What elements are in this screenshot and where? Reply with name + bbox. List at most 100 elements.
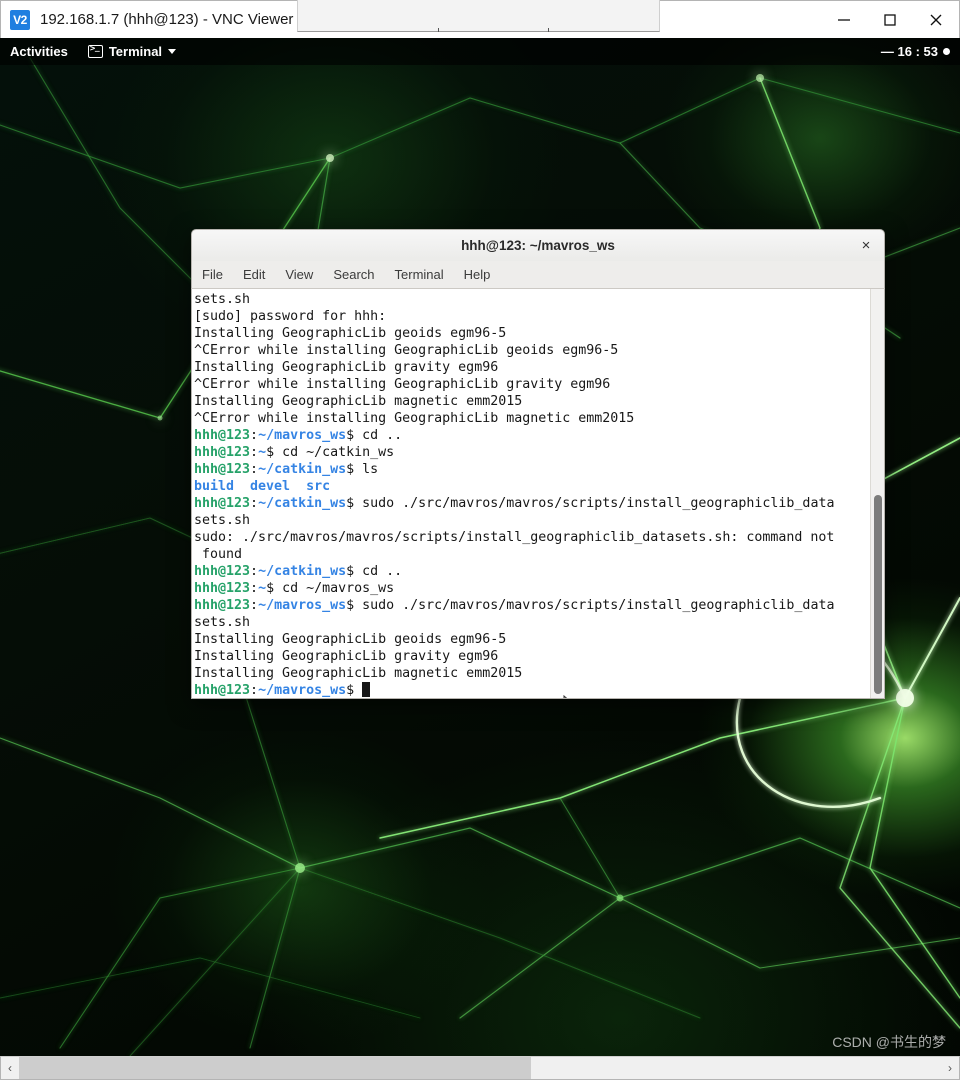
terminal-line: sets.sh <box>194 614 870 631</box>
terminal-segment: $ sudo ./src/mavros/mavros/scripts/insta… <box>346 496 835 511</box>
terminal-segment: ^CError while installing GeographicLib g… <box>194 343 619 358</box>
terminal-line: Installing GeographicLib geoids egm96-5 <box>194 325 870 342</box>
vnc-window-controls <box>821 1 959 39</box>
terminal-segment: ~/mavros_ws <box>258 598 347 613</box>
terminal-line: hhh@123:~/mavros_ws$ cd .. <box>194 427 870 444</box>
terminal-segment: Installing GeographicLib magnetic emm201… <box>194 394 523 409</box>
terminal-segment: : <box>250 683 259 698</box>
system-status-area[interactable]: — 16 : 53 <box>881 44 950 59</box>
terminal-line: sets.sh <box>194 512 870 529</box>
terminal-scrollbar-thumb[interactable] <box>874 495 882 694</box>
app-menu-label: Terminal <box>108 44 163 59</box>
terminal-line: hhh@123:~/catkin_ws$ ls <box>194 461 870 478</box>
terminal-segment: hhh@123 <box>194 445 251 460</box>
terminal-line: Installing GeographicLib magnetic emm201… <box>194 393 870 410</box>
vnc-toolbar-tab-mark <box>438 28 439 32</box>
terminal-segment: hhh@123 <box>194 564 251 579</box>
terminal-line: sets.sh <box>194 291 870 308</box>
terminal-icon <box>87 43 103 58</box>
terminal-segment: $ ls <box>346 462 379 477</box>
terminal-segment: ~/mavros_ws <box>258 683 347 698</box>
terminal-segment: hhh@123 <box>194 598 251 613</box>
terminal-segment: Installing GeographicLib gravity egm96 <box>194 360 499 375</box>
menu-search[interactable]: Search <box>331 266 376 283</box>
terminal-titlebar: hhh@123: ~/mavros_ws × <box>191 229 885 261</box>
terminal-output[interactable]: sets.sh [sudo] password for hhh: Installin… <box>192 289 870 698</box>
menu-view[interactable]: View <box>283 266 315 283</box>
terminal-line: Installing GeographicLib gravity egm96 <box>194 648 870 665</box>
menu-terminal[interactable]: Terminal <box>393 266 446 283</box>
terminal-line: ^CError while installing GeographicLib m… <box>194 410 870 427</box>
host-horizontal-scrollbar[interactable]: ‹ › <box>0 1056 960 1080</box>
terminal-segment: ~ <box>258 581 267 596</box>
terminal-segment: Installing GeographicLib geoids egm96-5 <box>194 632 507 647</box>
terminal-segment: : <box>250 445 259 460</box>
terminal-segment: build devel src <box>194 479 331 494</box>
terminal-window-title: hhh@123: ~/mavros_ws <box>461 238 615 253</box>
terminal-segment: Installing GeographicLib geoids egm96-5 <box>194 326 507 341</box>
menu-edit[interactable]: Edit <box>241 266 267 283</box>
gnome-top-bar: Activities Terminal — 16 : 53 <box>0 38 960 65</box>
terminal-close-icon[interactable]: × <box>856 236 876 256</box>
host-hscroll-thumb[interactable] <box>19 1057 531 1079</box>
app-menu-terminal[interactable]: Terminal <box>87 43 177 59</box>
terminal-segment: : <box>250 428 259 443</box>
terminal-line: hhh@123:~/mavros_ws$ <box>194 682 870 698</box>
terminal-line: hhh@123:~$ cd ~/mavros_ws <box>194 580 870 597</box>
terminal-segment: sets.sh <box>194 292 251 307</box>
scroll-left-icon[interactable]: ‹ <box>1 1057 19 1079</box>
status-dot-icon <box>943 48 950 55</box>
vnc-toolbar-tab-mark <box>548 28 549 32</box>
terminal-line: ^CError while installing GeographicLib g… <box>194 342 870 359</box>
clock-text: — 16 : 53 <box>880 44 938 59</box>
terminal-segment: $ cd .. <box>346 428 403 443</box>
remote-desktop[interactable]: Activities Terminal — 16 : 53 hhh@123: ~… <box>0 38 960 1056</box>
terminal-line: sudo: ./src/mavros/mavros/scripts/instal… <box>194 529 870 546</box>
terminal-scrollbar[interactable] <box>870 289 884 698</box>
terminal-segment: ^CError while installing GeographicLib m… <box>194 411 635 426</box>
terminal-segment: ~/catkin_ws <box>258 496 347 511</box>
terminal-body[interactable]: sets.sh [sudo] password for hhh: Installin… <box>191 289 885 699</box>
terminal-line: found <box>194 546 870 563</box>
terminal-segment: ~/catkin_ws <box>258 462 347 477</box>
terminal-segment: hhh@123 <box>194 462 251 477</box>
csdn-watermark: CSDN @书生的梦 <box>832 1034 946 1050</box>
terminal-line: hhh@123:~/catkin_ws$ sudo ./src/mavros/m… <box>194 495 870 512</box>
terminal-segment: $ sudo ./src/mavros/mavros/scripts/insta… <box>346 598 835 613</box>
menu-help[interactable]: Help <box>462 266 493 283</box>
terminal-segment: : <box>250 598 259 613</box>
close-icon[interactable] <box>913 1 959 39</box>
terminal-segment: : <box>250 462 259 477</box>
menu-file[interactable]: File <box>200 266 225 283</box>
terminal-segment: hhh@123 <box>194 683 251 698</box>
terminal-segment: ~/catkin_ws <box>258 564 347 579</box>
terminal-cursor <box>362 682 371 697</box>
vnc-toolbar-tab[interactable] <box>297 0 660 32</box>
activities-button[interactable]: Activities <box>10 44 68 59</box>
terminal-line: Installing GeographicLib magnetic emm201… <box>194 665 870 682</box>
host-hscroll-track[interactable] <box>19 1057 941 1079</box>
terminal-segment: $ <box>346 683 363 698</box>
terminal-segment: sets.sh <box>194 513 251 528</box>
vnc-window-title: 192.168.1.7 (hhh@123) - VNC Viewer <box>40 11 294 28</box>
terminal-line: hhh@123:~/catkin_ws$ cd .. <box>194 563 870 580</box>
terminal-segment: : <box>250 496 259 511</box>
terminal-segment: $ cd ~/catkin_ws <box>266 445 395 460</box>
terminal-segment: hhh@123 <box>194 428 251 443</box>
maximize-icon[interactable] <box>867 1 913 39</box>
terminal-segment: ~ <box>258 445 267 460</box>
terminal-segment: hhh@123 <box>194 581 251 596</box>
terminal-segment: : <box>250 581 259 596</box>
terminal-segment: ^CError while installing GeographicLib g… <box>194 377 611 392</box>
terminal-line: ^CError while installing GeographicLib g… <box>194 376 870 393</box>
terminal-line: build devel src <box>194 478 870 495</box>
terminal-segment: sets.sh <box>194 615 251 630</box>
terminal-segment: $ cd ~/mavros_ws <box>266 581 395 596</box>
terminal-segment: : <box>250 564 259 579</box>
scroll-right-icon[interactable]: › <box>941 1057 959 1079</box>
terminal-window[interactable]: hhh@123: ~/mavros_ws × File Edit View Se… <box>191 229 885 699</box>
minimize-icon[interactable] <box>821 1 867 39</box>
vnc-logo-icon: V2 <box>10 9 30 30</box>
vnc-viewer-window: V2 192.168.1.7 (hhh@123) - VNC Viewer Ac… <box>0 0 960 1080</box>
terminal-segment: found <box>194 547 243 562</box>
